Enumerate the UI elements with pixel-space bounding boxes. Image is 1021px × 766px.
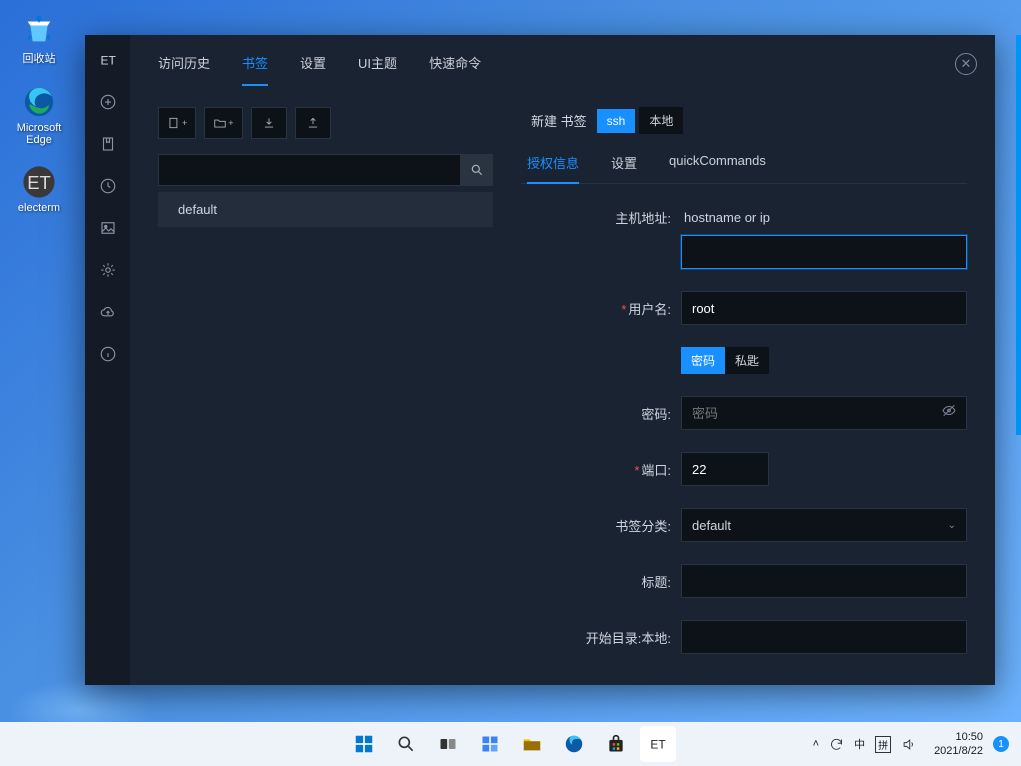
user-label: *用户名:: [521, 299, 681, 318]
subtab-settings[interactable]: 设置: [611, 153, 637, 184]
auth-password-tab[interactable]: 密码: [681, 347, 725, 374]
bookmark-item-default[interactable]: default: [158, 192, 493, 227]
icon-label: 回收站: [23, 50, 56, 66]
clock[interactable]: 10:50 2021/8/22: [934, 730, 983, 759]
user-input[interactable]: [681, 291, 967, 325]
tab-bookmarks[interactable]: 书签: [242, 53, 268, 86]
title-input[interactable]: [681, 564, 967, 598]
edge-taskbar-icon[interactable]: [556, 726, 592, 762]
segment-ssh[interactable]: ssh: [597, 109, 636, 133]
subtab-quick[interactable]: quickCommands: [669, 153, 766, 184]
notification-badge[interactable]: 1: [993, 736, 1009, 752]
widgets-icon[interactable]: [472, 726, 508, 762]
export-button[interactable]: [295, 107, 331, 139]
window-edge: [1016, 35, 1021, 435]
tab-settings[interactable]: 设置: [300, 53, 326, 86]
electerm-taskbar-icon[interactable]: ET: [640, 726, 676, 762]
edge-icon[interactable]: Microsoft Edge: [15, 84, 63, 146]
recycle-bin-icon[interactable]: 回收站: [15, 12, 63, 66]
start-button[interactable]: [346, 726, 382, 762]
ime-lang[interactable]: 中: [854, 736, 865, 752]
system-tray[interactable]: ˄ 中 拼: [813, 736, 916, 753]
category-select[interactable]: default ⌄: [681, 508, 967, 542]
bookmark-list-panel: + + default: [158, 107, 493, 665]
subtab-auth[interactable]: 授权信息: [527, 153, 579, 184]
password-input[interactable]: [681, 396, 967, 430]
auth-key-tab[interactable]: 私匙: [725, 347, 769, 374]
store-icon[interactable]: [598, 726, 634, 762]
taskview-icon[interactable]: [430, 726, 466, 762]
explorer-icon[interactable]: [514, 726, 550, 762]
new-bookmark-label: 新建 书签: [531, 111, 587, 130]
host-input[interactable]: [681, 235, 967, 269]
svg-text:ET: ET: [650, 738, 665, 752]
icon-label: Microsoft Edge: [15, 122, 63, 146]
host-hint: hostname or ip: [684, 210, 770, 225]
settings-icon[interactable]: [98, 260, 118, 280]
sync-icon[interactable]: [829, 737, 844, 752]
host-label: 主机地址:: [521, 208, 681, 227]
chevron-up-icon[interactable]: ˄: [813, 738, 819, 750]
desktop-icons: 回收站 Microsoft Edge ET electerm: [15, 12, 63, 214]
eye-icon[interactable]: [941, 403, 957, 424]
search-icon[interactable]: [388, 726, 424, 762]
svg-text:ET: ET: [100, 54, 116, 68]
tab-quick[interactable]: 快速命令: [429, 53, 481, 86]
main-tabs: 访问历史 书签 设置 UI主题 快速命令: [130, 35, 995, 87]
history-icon[interactable]: [98, 176, 118, 196]
bookmark-form-panel: 新建 书签 ssh 本地 授权信息 设置 quickCommands 主机地址:…: [521, 107, 967, 665]
app-sidebar: ET: [85, 35, 130, 685]
electerm-window: ET ✕ 访问历史 书签 设置 UI主题 快速命令 + +: [85, 35, 995, 685]
new-bookmark-button[interactable]: +: [158, 107, 196, 139]
volume-icon[interactable]: [901, 737, 916, 752]
category-label: 书签分类:: [521, 516, 681, 535]
title-label: 标题:: [521, 572, 681, 591]
startdir-label: 开始目录:本地:: [521, 628, 681, 647]
search-button[interactable]: [461, 154, 493, 186]
taskbar: ET ˄ 中 拼 10:50 2021/8/22 1: [0, 722, 1021, 766]
tab-history[interactable]: 访问历史: [158, 53, 210, 86]
svg-text:ET: ET: [27, 172, 51, 193]
icon-label: electerm: [18, 202, 60, 214]
port-input[interactable]: [681, 452, 769, 486]
ime-spell[interactable]: 拼: [875, 736, 891, 753]
password-label: 密码:: [521, 404, 681, 423]
electerm-icon[interactable]: ET electerm: [15, 164, 63, 214]
import-button[interactable]: [251, 107, 287, 139]
app-logo-icon[interactable]: ET: [98, 50, 118, 70]
close-button[interactable]: ✕: [955, 53, 977, 75]
search-input[interactable]: [158, 154, 461, 186]
info-icon[interactable]: [98, 344, 118, 364]
image-icon[interactable]: [98, 218, 118, 238]
bookmark-icon[interactable]: [98, 134, 118, 154]
new-folder-button[interactable]: +: [204, 107, 242, 139]
port-label: *端口:: [521, 460, 681, 479]
segment-local[interactable]: 本地: [639, 107, 683, 134]
startdir-input[interactable]: [681, 620, 967, 654]
new-tab-icon[interactable]: [98, 92, 118, 112]
cloud-icon[interactable]: [98, 302, 118, 322]
tab-theme[interactable]: UI主题: [358, 53, 397, 86]
chevron-down-icon: ⌄: [948, 520, 956, 531]
